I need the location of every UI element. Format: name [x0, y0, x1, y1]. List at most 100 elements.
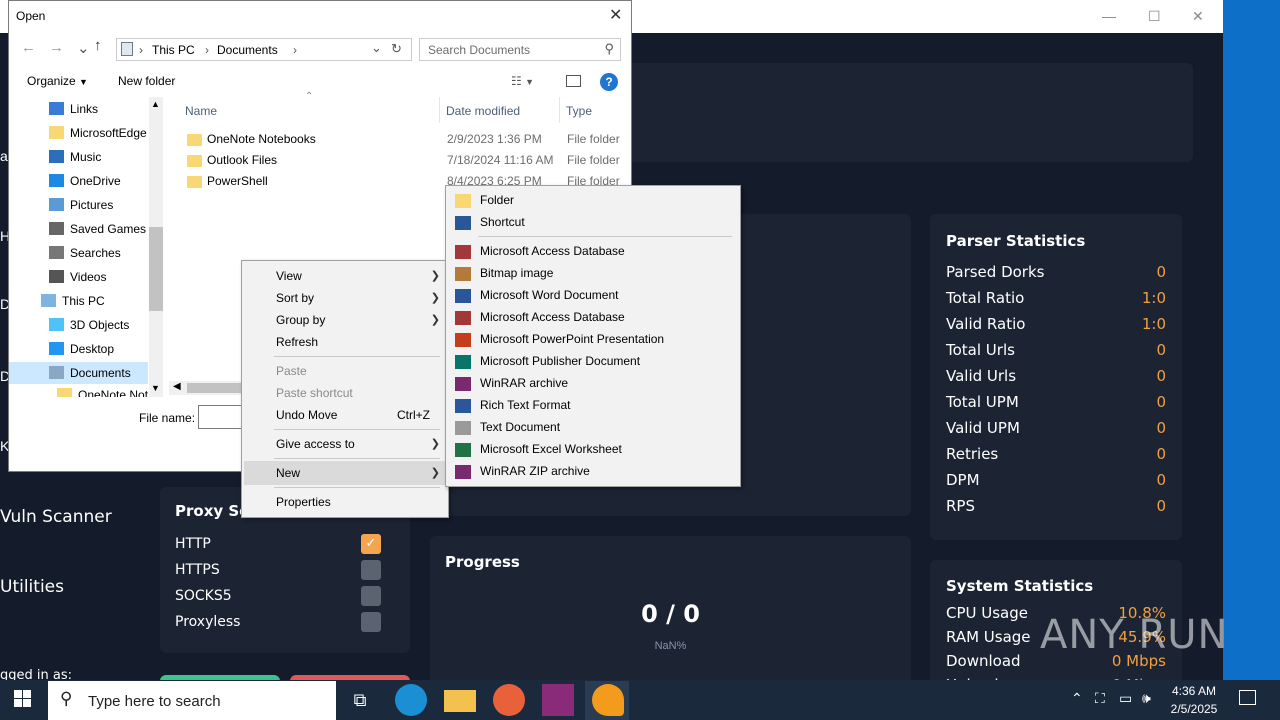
nav-item-music[interactable]: Music	[49, 150, 101, 164]
winrar-icon[interactable]	[542, 684, 574, 716]
forward-icon[interactable]: →	[49, 39, 64, 56]
menu-item-refresh[interactable]: Refresh	[276, 335, 318, 349]
breadcrumb-documents[interactable]: Documents	[217, 43, 278, 57]
new-folder-button[interactable]: New folder	[118, 74, 175, 88]
back-icon[interactable]: ←	[21, 39, 36, 56]
folder-icon	[455, 194, 471, 208]
chevron-up-icon[interactable]: ⌃	[1071, 690, 1083, 707]
close-icon[interactable]: ✕	[1192, 8, 1204, 25]
tray-icon[interactable]: ▭	[1119, 690, 1132, 707]
new-item-rich-text-format[interactable]: Rich Text Format	[480, 398, 570, 412]
new-item-bitmap-image[interactable]: Bitmap image	[480, 266, 553, 280]
network-icon[interactable]: ⛶	[1095, 690, 1105, 707]
new-item-folder[interactable]: Folder	[480, 193, 514, 207]
taskbar-search[interactable]: ⚲ Type here to search	[48, 681, 336, 720]
nav-item-3d-objects[interactable]: 3D Objects	[49, 318, 129, 332]
nav-item-pictures[interactable]: Pictures	[49, 198, 113, 212]
menu-item-sort-by[interactable]: Sort by	[276, 291, 314, 305]
menu-item-properties[interactable]: Properties	[276, 495, 331, 509]
refresh-icon[interactable]: ↻	[391, 41, 402, 57]
desktop-icon	[49, 342, 64, 355]
proxy-checkbox[interactable]	[361, 612, 381, 632]
file-name-label: File name:	[139, 411, 196, 425]
preview-pane-icon[interactable]	[566, 75, 581, 87]
nav-item-onedrive[interactable]: OneDrive	[49, 174, 121, 188]
nav-item-searches[interactable]: Searches	[49, 246, 121, 260]
new-item-microsoft-access-database[interactable]: Microsoft Access Database	[480, 244, 625, 258]
new-item-microsoft-powerpoint-presentation[interactable]: Microsoft PowerPoint Presentation	[480, 332, 664, 346]
nav-item-desktop[interactable]: Desktop	[49, 342, 114, 356]
view-options-icon[interactable]: ☷ ▼	[511, 74, 534, 88]
sidebar-item-utilities[interactable]: Utilities	[0, 577, 64, 597]
proxy-checkbox[interactable]	[361, 560, 381, 580]
menu-item-undo-move[interactable]: Undo Move	[276, 408, 337, 422]
stat-value: 0	[1156, 263, 1166, 281]
address-dropdown-icon[interactable]: ⌄	[371, 40, 382, 56]
system-statistics-title: System Statistics	[946, 577, 1094, 595]
saved-games-icon	[49, 222, 64, 235]
nav-item-documents[interactable]: Documents	[49, 366, 131, 380]
pictures-icon	[49, 198, 64, 211]
menu-item-view[interactable]: View	[276, 269, 302, 283]
menu-item-give-access[interactable]: Give access to	[276, 437, 355, 451]
nav-item-microsoftedge[interactable]: MicrosoftEdge	[49, 126, 147, 140]
nav-item-label: OneNote Not	[78, 388, 149, 397]
dialog-close-icon[interactable]: ✕	[609, 5, 622, 25]
nav-scrollbar[interactable]: ▲ ▼	[149, 97, 163, 397]
nav-item-videos[interactable]: Videos	[49, 270, 106, 284]
firefox-icon[interactable]	[493, 684, 525, 716]
proxy-checkbox[interactable]: ✓	[361, 534, 381, 554]
edge-icon[interactable]	[395, 684, 427, 716]
menu-item-new[interactable]: New	[276, 466, 300, 480]
clock-time[interactable]: 4:36 AM	[1170, 684, 1218, 698]
taskbar-search-input[interactable]: Type here to search	[88, 693, 221, 710]
task-view-icon[interactable]: ⧉	[344, 684, 376, 716]
stat-value: 0	[1156, 367, 1166, 385]
search-icon[interactable]: ⚲	[604, 41, 614, 57]
address-bar[interactable]: › This PC › Documents › ⌄ ↻	[116, 38, 412, 61]
nav-item-onenote-not[interactable]: OneNote Not	[57, 388, 149, 397]
new-item-microsoft-publisher-document[interactable]: Microsoft Publisher Document	[480, 354, 640, 368]
search-box[interactable]: Search Documents ⚲	[419, 38, 621, 61]
menu-item-paste-shortcut: Paste shortcut	[276, 386, 353, 400]
proxy-checkbox[interactable]	[361, 586, 381, 606]
minimize-icon[interactable]: —	[1102, 8, 1116, 24]
bitmap-icon	[455, 267, 471, 281]
clock-date[interactable]: 2/5/2025	[1166, 702, 1222, 716]
maximize-icon[interactable]: ☐	[1148, 8, 1161, 25]
nav-item-saved-games[interactable]: Saved Games	[49, 222, 146, 236]
new-item-microsoft-excel-worksheet[interactable]: Microsoft Excel Worksheet	[480, 442, 622, 456]
up-icon[interactable]: ↑	[94, 37, 102, 54]
start-icon[interactable]	[14, 690, 32, 708]
app-icon[interactable]	[592, 684, 624, 716]
file-explorer-icon[interactable]	[444, 690, 476, 712]
column-type[interactable]: Type	[566, 104, 592, 118]
nav-item-links[interactable]: Links	[49, 102, 98, 116]
sidebar-item-vuln-scanner[interactable]: Vuln Scanner	[0, 507, 112, 527]
file-row[interactable]: OneNote Notebooks 2/9/2023 1:36 PM File fo…	[187, 132, 627, 152]
help-icon[interactable]: ?	[600, 73, 618, 91]
new-item-shortcut[interactable]: Shortcut	[480, 215, 525, 229]
menu-separator	[274, 487, 440, 488]
new-item-winrar-archive[interactable]: WinRAR archive	[480, 376, 568, 390]
breadcrumb-this-pc[interactable]: This PC	[152, 43, 195, 57]
volume-icon[interactable]: 🕪	[1142, 690, 1151, 707]
notifications-icon[interactable]	[1239, 690, 1256, 705]
parser-stat-row: Valid Ratio 1:0	[946, 315, 1166, 333]
stat-label: Valid Urls	[946, 367, 1017, 385]
undo-shortcut: Ctrl+Z	[397, 408, 430, 422]
menu-item-group-by[interactable]: Group by	[276, 313, 325, 327]
new-item-microsoft-word-document[interactable]: Microsoft Word Document	[480, 288, 619, 302]
file-row[interactable]: Outlook Files 7/18/2024 11:16 AM File fold…	[187, 153, 627, 173]
recent-locations-icon[interactable]: ⌄	[77, 39, 90, 57]
stat-value: 0	[1156, 341, 1166, 359]
new-item-microsoft-access-database[interactable]: Microsoft Access Database	[480, 310, 625, 324]
column-name[interactable]: Name	[185, 104, 217, 118]
parser-stat-row: Valid UPM 0	[946, 419, 1166, 437]
new-item-text-document[interactable]: Text Document	[480, 420, 560, 434]
new-item-winrar-zip-archive[interactable]: WinRAR ZIP archive	[480, 464, 590, 478]
column-date-modified[interactable]: Date modified	[446, 104, 520, 118]
organize-button[interactable]: Organize ▼	[27, 74, 88, 88]
search-input[interactable]: Search Documents	[428, 43, 530, 57]
nav-item-this-pc[interactable]: This PC	[41, 294, 105, 308]
